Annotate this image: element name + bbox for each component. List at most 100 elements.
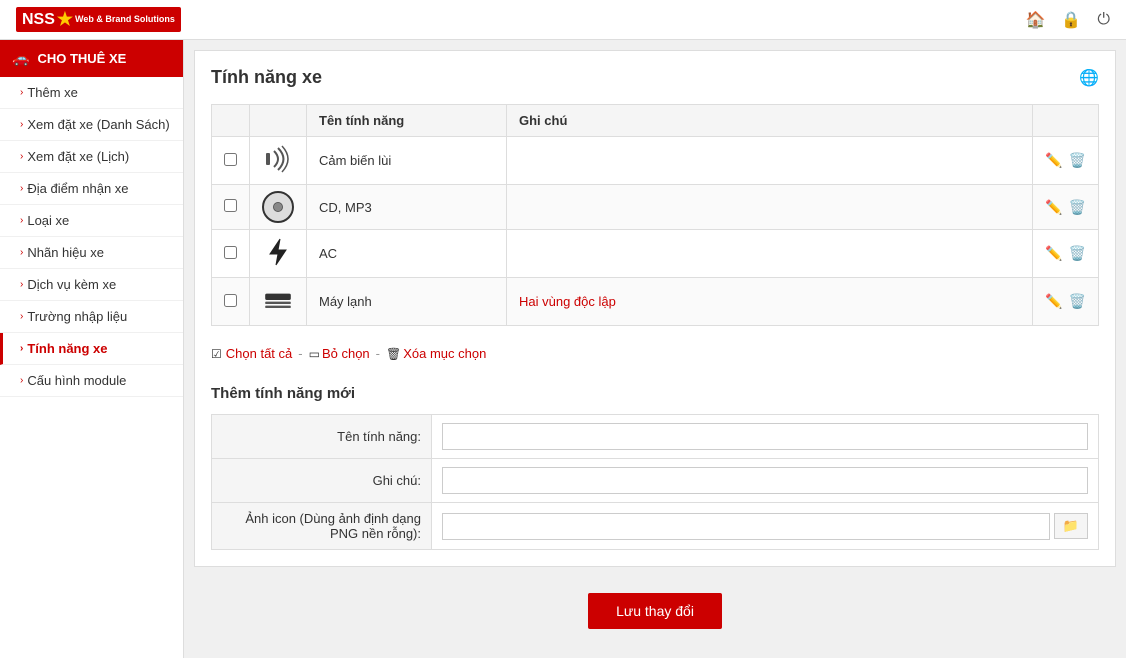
ac-icon [262, 284, 294, 316]
save-area: Lưu thay đổi [184, 577, 1126, 645]
bulk-actions: ☑ Chọn tất cả - ▭ Bỏ chọn - 🗑 Xóa mục ch… [211, 338, 1099, 369]
top-icons: 🏠 🔒 ⏻ [1026, 10, 1111, 30]
sidebar-label-9: Cấu hình module [27, 373, 126, 388]
add-section-title: Thêm tính năng mới [211, 385, 1099, 402]
col-action [1033, 105, 1099, 137]
sidebar-item-dia-diem[interactable]: › Địa điểm nhận xe [0, 173, 183, 205]
col-checkbox [212, 105, 250, 137]
sidebar-item-xem-dat-xe-lich[interactable]: › Xem đặt xe (Lịch) [0, 141, 183, 173]
row3-checkbox[interactable] [224, 246, 237, 259]
sidebar-item-loai-xe[interactable]: › Loại xe [0, 205, 183, 237]
row4-name: Máy lạnh [307, 278, 507, 326]
row4-icon-cell [250, 278, 307, 326]
sidebar-label-3: Địa điểm nhận xe [27, 181, 128, 196]
col-icon [250, 105, 307, 137]
table-row: AC ✏️ 🗑️ [212, 230, 1099, 278]
page-title-row: Tính năng xe 🌐 [211, 67, 1099, 88]
select-all-link[interactable]: Chọn tất cả [226, 346, 293, 361]
row4-delete-icon[interactable]: 🗑️ [1069, 293, 1086, 310]
power-icon[interactable]: ⏻ [1097, 11, 1110, 29]
form-row-name: Tên tính năng: [212, 415, 1099, 459]
delete-selected-icon: 🗑 [386, 347, 401, 361]
sidebar-label-5: Nhãn hiệu xe [27, 245, 104, 260]
row4-edit-icon[interactable]: ✏️ [1045, 293, 1062, 310]
arrow-icon-7: › [20, 311, 23, 322]
row1-actions: ✏️ 🗑️ [1033, 137, 1099, 185]
logo-star: ★ [57, 9, 73, 30]
col-note-header: Ghi chú [507, 105, 1033, 137]
deselect-icon: ▭ [309, 347, 320, 361]
arrow-icon-9: › [20, 375, 23, 386]
form-name-cell [432, 415, 1099, 459]
sidebar-label-8: Tính năng xe [27, 341, 107, 356]
features-table: Tên tính năng Ghi chú [211, 104, 1099, 326]
row3-name: AC [307, 230, 507, 278]
form-icon-cell: 📁 [432, 503, 1099, 550]
row3-actions: ✏️ 🗑️ [1033, 230, 1099, 278]
sidebar-header: 🚗 CHO THUÊ XE [0, 40, 183, 77]
row4-note: Hai vùng độc lập [507, 278, 1033, 326]
delete-selected-link[interactable]: Xóa mục chọn [403, 346, 486, 361]
sidebar-label-4: Loại xe [27, 213, 69, 228]
deselect-link[interactable]: Bỏ chọn [322, 346, 370, 361]
lightning-icon [262, 236, 294, 268]
row3-delete-icon[interactable]: 🗑️ [1069, 245, 1086, 262]
sidebar-label-7: Trường nhập liệu [27, 309, 127, 324]
arrow-icon-0: › [20, 87, 23, 98]
row4-checkbox[interactable] [224, 294, 237, 307]
sidebar-item-tinh-nang[interactable]: › Tính năng xe [0, 333, 183, 365]
row1-delete-icon[interactable]: 🗑️ [1069, 152, 1086, 169]
add-feature-form: Tên tính năng: Ghi chú: Ảnh icon (Dùng ả… [211, 414, 1099, 550]
sidebar-label-2: Xem đặt xe (Lịch) [27, 149, 129, 164]
sep1: - [298, 346, 302, 361]
row2-icon-cell [250, 185, 307, 230]
sidebar-section-title: CHO THUÊ XE [37, 51, 126, 66]
row4-checkbox-cell [212, 278, 250, 326]
row1-checkbox[interactable] [224, 153, 237, 166]
row1-name: Cảm biến lùi [307, 137, 507, 185]
row1-icon-cell [250, 137, 307, 185]
logo: NSS ★ Web & Brand Solutions [16, 7, 181, 32]
form-row-icon: Ảnh icon (Dùng ảnh định dạng PNG nền rỗn… [212, 503, 1099, 550]
arrow-icon-3: › [20, 183, 23, 194]
logo-text: NSS [22, 11, 55, 29]
save-button[interactable]: Lưu thay đổi [588, 593, 722, 629]
checkbox-all-icon: ☑ [211, 347, 222, 361]
row2-actions: ✏️ 🗑️ [1033, 185, 1099, 230]
table-row: Máy lạnh Hai vùng độc lập ✏️ 🗑️ [212, 278, 1099, 326]
page-title: Tính năng xe [211, 67, 322, 88]
logo-box: NSS ★ Web & Brand Solutions [16, 7, 181, 32]
sidebar-item-xem-dat-xe-ds[interactable]: › Xem đặt xe (Danh Sách) [0, 109, 183, 141]
sidebar-item-cau-hinh[interactable]: › Cấu hình module [0, 365, 183, 397]
feature-note-input[interactable] [442, 467, 1088, 494]
home-icon[interactable]: 🏠 [1026, 10, 1046, 30]
file-input-row: 📁 [442, 513, 1088, 540]
row3-edit-icon[interactable]: ✏️ [1045, 245, 1062, 262]
globe-icon[interactable]: 🌐 [1079, 68, 1099, 88]
row1-note [507, 137, 1033, 185]
top-header: NSS ★ Web & Brand Solutions 🏠 🔒 ⏻ [0, 0, 1126, 40]
row3-checkbox-cell [212, 230, 250, 278]
row1-edit-icon[interactable]: ✏️ [1045, 152, 1062, 169]
row2-checkbox-cell [212, 185, 250, 230]
row2-edit-icon[interactable]: ✏️ [1045, 199, 1062, 216]
row2-name: CD, MP3 [307, 185, 507, 230]
feature-name-input[interactable] [442, 423, 1088, 450]
row2-checkbox[interactable] [224, 199, 237, 212]
content-area: Tính năng xe 🌐 Tên tính năng Ghi chú [194, 50, 1116, 567]
sidebar-item-dich-vu[interactable]: › Dịch vụ kèm xe [0, 269, 183, 301]
col-name-header: Tên tính năng [307, 105, 507, 137]
sidebar-item-them-xe[interactable]: › Thêm xe [0, 77, 183, 109]
sidebar-item-nhan-hieu[interactable]: › Nhãn hiệu xe [0, 237, 183, 269]
arrow-icon-6: › [20, 279, 23, 290]
logo-sub: Web & Brand Solutions [75, 15, 175, 25]
feature-icon-input[interactable] [442, 513, 1050, 540]
arrow-icon-2: › [20, 151, 23, 162]
browse-icon-button[interactable]: 📁 [1054, 513, 1088, 539]
table-row: Cảm biến lùi ✏️ 🗑️ [212, 137, 1099, 185]
arrow-icon-4: › [20, 215, 23, 226]
sidebar-item-truong-nhap[interactable]: › Trường nhập liệu [0, 301, 183, 333]
row2-delete-icon[interactable]: 🗑️ [1069, 199, 1086, 216]
lock-icon[interactable]: 🔒 [1061, 10, 1081, 30]
row3-icon-cell [250, 230, 307, 278]
